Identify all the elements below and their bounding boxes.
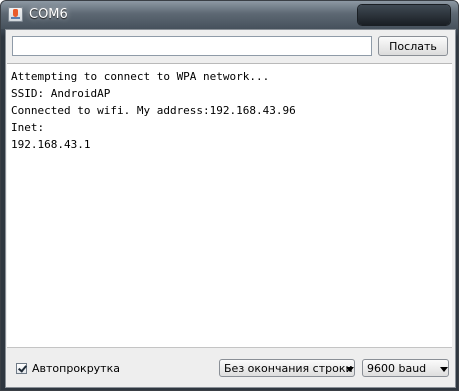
window-controls[interactable] — [358, 5, 450, 25]
status-bar: Автопрокрутка Без окончания строки 9600 … — [6, 349, 453, 385]
console-line: SSID: AndroidAP — [11, 87, 111, 100]
autoscroll-label: Автопрокрутка — [32, 361, 120, 375]
arduino-app-icon — [8, 7, 23, 22]
checkmark-icon[interactable] — [16, 362, 27, 374]
window-client-area: Послать Attempting to connect to WPA net… — [5, 29, 456, 388]
window-title: COM6 — [29, 7, 68, 22]
console-line: Attempting to connect to WPA network... — [11, 70, 270, 83]
send-button[interactable]: Послать — [378, 36, 448, 56]
serial-output[interactable]: Attempting to connect to WPA network... … — [7, 63, 452, 348]
title-bar[interactable]: COM6 — [1, 1, 458, 29]
autoscroll-toggle[interactable]: Автопрокрутка — [16, 361, 120, 375]
baud-rate-select[interactable]: 9600 baud — [362, 359, 449, 377]
line-ending-select[interactable]: Без окончания строки — [219, 359, 355, 377]
console-line: 192.168.43.1 — [11, 138, 91, 151]
baud-rate-value: 9600 baud — [367, 361, 427, 375]
console-line: Connected to wifi. My address:192.168.43… — [11, 104, 296, 117]
serial-monitor-window: COM6 Послать Attempting to connect to WP… — [0, 0, 459, 391]
send-input[interactable] — [12, 36, 372, 56]
console-line: Inet: — [11, 121, 45, 134]
line-ending-value: Без окончания строки — [224, 361, 353, 375]
